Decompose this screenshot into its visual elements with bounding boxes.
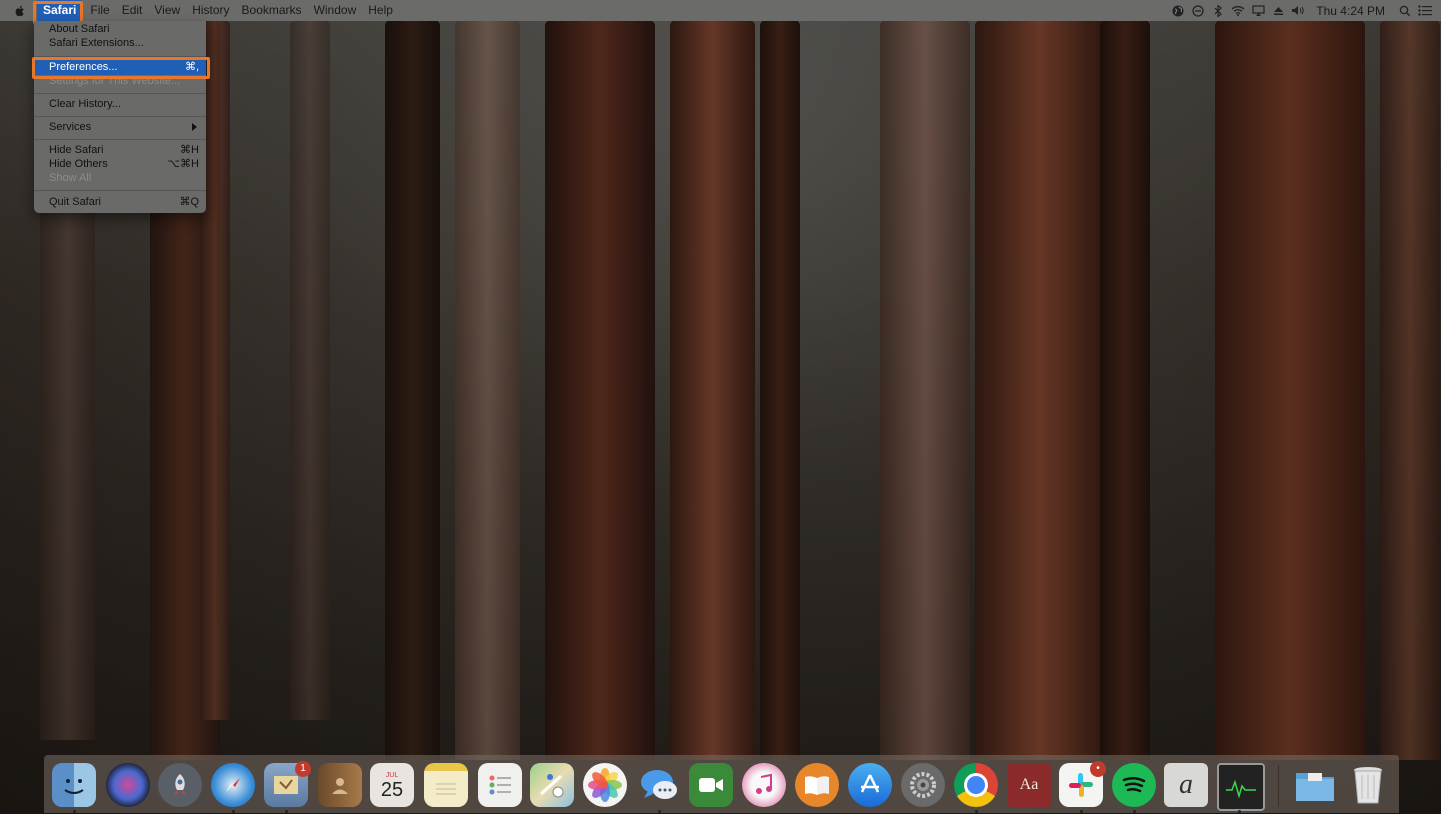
menu-item-shortcut: ⌘H xyxy=(180,144,199,156)
menu-help[interactable]: Help xyxy=(362,0,399,21)
spotlight-search-icon[interactable] xyxy=(1395,0,1415,21)
menu-item-label: Services xyxy=(49,121,92,133)
finder-icon[interactable] xyxy=(52,763,96,807)
menu-view[interactable]: View xyxy=(148,0,186,21)
dictionary-glyph: Aa xyxy=(1019,776,1039,793)
menu-item-label: Clear History... xyxy=(49,98,121,110)
siri-icon[interactable] xyxy=(106,763,150,807)
activity-monitor-icon[interactable] xyxy=(1217,763,1265,811)
maps-icon[interactable] xyxy=(530,763,574,807)
status-area: Thu 4:24 PM xyxy=(1168,0,1441,21)
apple-menu-icon[interactable] xyxy=(13,4,27,18)
menu-file[interactable]: File xyxy=(84,0,115,21)
running-indicator xyxy=(1238,810,1241,813)
menu-item-label: Hide Others xyxy=(49,158,108,170)
menu-item-about-safari[interactable]: About Safari xyxy=(34,22,206,36)
calendar-icon[interactable]: JUL 25 xyxy=(370,763,414,807)
notification-center-icon[interactable] xyxy=(1415,0,1435,21)
menu-item-label: Safari Extensions... xyxy=(49,37,144,49)
notes-icon[interactable] xyxy=(424,763,468,807)
calendar-day: 25 xyxy=(380,778,404,801)
running-indicator xyxy=(975,810,978,813)
running-indicator xyxy=(232,810,235,813)
mail-badge: 1 xyxy=(295,761,311,777)
menu-window[interactable]: Window xyxy=(308,0,363,21)
menu-item-settings-for-website: Settings for This Website... xyxy=(34,74,206,88)
menu-bar: Safari File Edit View History Bookmarks … xyxy=(0,0,1441,21)
trash-icon[interactable] xyxy=(1346,763,1390,807)
menu-item-label: Show All xyxy=(49,172,92,184)
itunes-icon[interactable] xyxy=(742,763,786,807)
app-store-icon[interactable] xyxy=(848,763,892,807)
running-indicator xyxy=(658,810,661,813)
running-indicator xyxy=(285,810,288,813)
launchpad-icon[interactable] xyxy=(158,763,202,807)
dock-divider xyxy=(1278,765,1279,807)
menu-separator xyxy=(34,116,206,117)
menu-item-preferences[interactable]: Preferences... ⌘, xyxy=(34,59,206,75)
globe-icon[interactable] xyxy=(1168,0,1188,21)
menu-separator xyxy=(34,93,206,94)
volume-icon[interactable] xyxy=(1288,0,1308,21)
facetime-icon[interactable] xyxy=(689,763,733,807)
app-menu-safari[interactable]: Safari xyxy=(37,0,83,21)
running-indicator xyxy=(1080,810,1083,813)
menu-item-shortcut: ⌘Q xyxy=(179,196,199,208)
menu-item-hide-safari[interactable]: Hide Safari ⌘H xyxy=(34,143,206,157)
menu-separator xyxy=(34,190,206,191)
reminders-icon[interactable] xyxy=(478,763,522,807)
bluetooth-icon[interactable] xyxy=(1208,0,1228,21)
submenu-arrow-icon xyxy=(192,123,197,131)
menu-item-safari-extensions[interactable]: Safari Extensions... xyxy=(34,36,206,50)
menu-item-show-all: Show All xyxy=(34,171,206,185)
menu-item-label: Hide Safari xyxy=(49,144,104,156)
spotify-icon[interactable] xyxy=(1112,763,1156,807)
menu-dim-overlay xyxy=(0,0,1441,814)
eject-icon[interactable] xyxy=(1268,0,1288,21)
menu-item-hide-others[interactable]: Hide Others ⌥⌘H xyxy=(34,157,206,171)
messages-icon[interactable] xyxy=(637,763,681,807)
safari-icon[interactable] xyxy=(211,763,255,807)
script-editor-icon[interactable]: a xyxy=(1164,763,1208,807)
slack-badge: • xyxy=(1090,761,1106,777)
menu-item-label: Quit Safari xyxy=(49,196,101,208)
menu-item-services[interactable]: Services xyxy=(34,120,206,134)
contacts-icon[interactable] xyxy=(318,763,362,807)
menu-item-quit-safari[interactable]: Quit Safari ⌘Q xyxy=(34,195,206,209)
script-editor-glyph: a xyxy=(1179,769,1193,800)
running-indicator xyxy=(73,810,76,813)
menu-item-label: Settings for This Website... xyxy=(49,75,181,87)
running-indicator xyxy=(1133,810,1136,813)
dictionary-icon[interactable]: Aa xyxy=(1007,763,1051,807)
books-icon[interactable] xyxy=(795,763,839,807)
chrome-center xyxy=(964,773,988,797)
menu-bookmarks[interactable]: Bookmarks xyxy=(236,0,308,21)
menu-separator xyxy=(34,139,206,140)
menu-item-clear-history[interactable]: Clear History... xyxy=(34,97,206,111)
calendar-month: JUL xyxy=(385,771,399,779)
downloads-folder-icon[interactable] xyxy=(1293,763,1337,807)
menu-edit[interactable]: Edit xyxy=(116,0,149,21)
photos-icon[interactable] xyxy=(583,763,627,807)
menu-separator xyxy=(34,56,206,57)
menu-item-shortcut: ⌘, xyxy=(184,61,199,73)
safari-app-menu: About Safari Safari Extensions... Prefer… xyxy=(34,21,206,213)
menu-item-label: Preferences... xyxy=(49,61,118,73)
wifi-icon[interactable] xyxy=(1228,0,1248,21)
system-preferences-icon[interactable] xyxy=(901,763,945,807)
airplay-icon[interactable] xyxy=(1248,0,1268,21)
menu-history[interactable]: History xyxy=(186,0,235,21)
menu-item-label: About Safari xyxy=(49,23,110,35)
do-not-disturb-icon[interactable] xyxy=(1188,0,1208,21)
menu-item-shortcut: ⌥⌘H xyxy=(167,158,199,170)
chrome-icon[interactable] xyxy=(954,763,998,807)
menu-clock[interactable]: Thu 4:24 PM xyxy=(1316,4,1385,18)
